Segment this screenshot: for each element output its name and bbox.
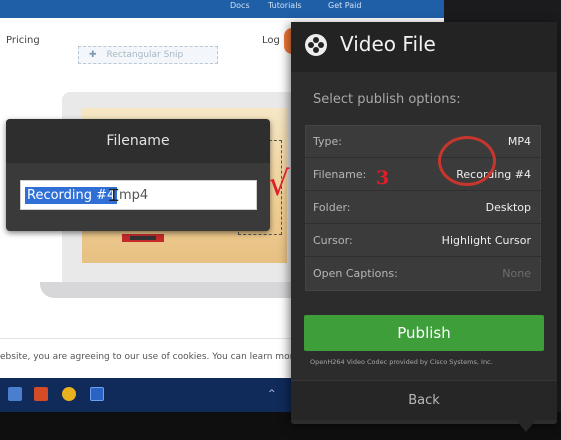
- filename-dialog-title: Filename: [6, 119, 270, 163]
- office-icon[interactable]: [34, 387, 48, 401]
- cookie-divider: [0, 338, 300, 339]
- tray-chevron-icon[interactable]: ^: [268, 389, 276, 399]
- option-label: Filename:: [313, 168, 367, 181]
- option-label: Cursor:: [313, 234, 353, 247]
- filename-input[interactable]: Recording #4 Ɪ mp4: [20, 180, 257, 210]
- option-value: Desktop: [485, 201, 531, 214]
- option-value: None: [502, 267, 531, 280]
- option-row-type[interactable]: Type: MP4: [305, 125, 541, 158]
- site-top-link[interactable]: Tutorials: [268, 1, 302, 10]
- app-icon[interactable]: [90, 387, 104, 401]
- text-cursor-icon: Ɪ: [109, 186, 119, 206]
- publish-button[interactable]: Publish: [304, 315, 544, 351]
- filename-selected-text: Recording #4: [25, 187, 118, 204]
- site-top-link[interactable]: Get Paid: [328, 1, 361, 10]
- recording-control-bar: [122, 234, 164, 242]
- option-value: MP4: [507, 135, 531, 148]
- codec-credit-note: OpenH264 Video Codec provided by Cisco S…: [310, 358, 493, 366]
- option-row-open-captions[interactable]: Open Captions: None: [305, 257, 541, 290]
- panel-pointer-tail: [516, 420, 536, 432]
- laptop-base: [40, 282, 310, 298]
- site-top-strip: Docs Tutorials Get Paid: [0, 0, 444, 18]
- people-icon[interactable]: [8, 387, 22, 401]
- cookie-notice: ebsite, you are agreeing to our use of c…: [0, 352, 299, 362]
- snip-mode-icon: ✚: [89, 50, 97, 60]
- option-label: Folder:: [313, 201, 351, 214]
- annotation-check-mark: √: [268, 164, 290, 204]
- publish-options-subtitle: Select publish options:: [313, 92, 461, 107]
- option-row-cursor[interactable]: Cursor: Highlight Cursor: [305, 224, 541, 257]
- back-button[interactable]: Back: [291, 380, 557, 420]
- screen: Docs Tutorials Get Paid Pricing Log In ✚…: [0, 0, 561, 440]
- option-row-folder[interactable]: Folder: Desktop: [305, 191, 541, 224]
- video-file-title: Video File: [340, 32, 436, 56]
- option-value: Highlight Cursor: [441, 234, 531, 247]
- chrome-icon[interactable]: [62, 387, 76, 401]
- snip-label-text: Rectangular Snip: [106, 50, 184, 60]
- nav-pricing-link[interactable]: Pricing: [6, 35, 40, 46]
- annotation-step-number: 3: [376, 167, 390, 189]
- film-reel-icon: [305, 34, 327, 56]
- option-label: Type:: [313, 135, 342, 148]
- rectangular-snip-label: ✚ Rectangular Snip: [78, 46, 218, 64]
- annotation-circle: [438, 136, 496, 186]
- option-row-filename[interactable]: Filename: Recording #4: [305, 158, 541, 191]
- site-top-link[interactable]: Docs: [230, 1, 250, 10]
- filename-extension-text: mp4: [119, 188, 149, 203]
- option-label: Open Captions:: [313, 267, 398, 280]
